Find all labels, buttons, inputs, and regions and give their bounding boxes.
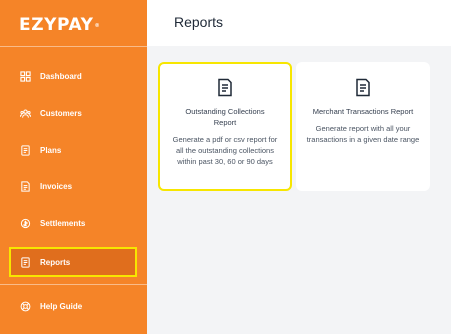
dashboard-icon bbox=[19, 70, 32, 83]
plans-icon bbox=[19, 144, 32, 157]
sidebar-item-dashboard[interactable]: Dashboard bbox=[9, 61, 137, 91]
card-title: Outstanding Collections Report bbox=[185, 107, 265, 127]
sidebar-item-help-guide[interactable]: Help Guide bbox=[9, 291, 137, 321]
sidebar-item-label: Plans bbox=[40, 145, 62, 155]
sidebar-item-plans[interactable]: Plans bbox=[9, 135, 137, 165]
sidebar-item-settlements[interactable]: Settlements bbox=[9, 208, 137, 238]
report-document-icon bbox=[353, 77, 373, 97]
card-description: Generate a pdf or csv report for all the… bbox=[172, 135, 278, 166]
outstanding-collections-report-card[interactable]: Outstanding Collections Report Generate … bbox=[158, 62, 292, 191]
sidebar-divider-top bbox=[0, 46, 147, 47]
sidebar-item-label: Help Guide bbox=[40, 301, 83, 311]
card-title: Merchant Transactions Report bbox=[312, 107, 414, 116]
sidebar-item-invoices[interactable]: Invoices bbox=[9, 171, 137, 201]
sidebar-item-label: Settlements bbox=[40, 218, 86, 228]
merchant-transactions-report-card[interactable]: Merchant Transactions Report Generate re… bbox=[296, 62, 430, 191]
sidebar: EZYPAY® Dashboard Customers Plans Invoic… bbox=[0, 0, 147, 334]
report-document-icon bbox=[215, 77, 235, 97]
page-header: Reports bbox=[147, 0, 451, 46]
page-title: Reports bbox=[174, 14, 224, 30]
invoices-icon bbox=[19, 180, 32, 193]
trademark-symbol: ® bbox=[94, 23, 101, 29]
sidebar-divider-bottom bbox=[0, 284, 147, 285]
reports-icon bbox=[19, 256, 32, 269]
customers-icon bbox=[19, 107, 32, 120]
help-icon bbox=[19, 300, 32, 313]
brand-logo[interactable]: EZYPAY® bbox=[19, 15, 100, 35]
settlements-icon bbox=[19, 217, 32, 230]
sidebar-item-customers[interactable]: Customers bbox=[9, 98, 137, 128]
sidebar-item-reports[interactable]: Reports bbox=[9, 247, 137, 277]
sidebar-item-label: Invoices bbox=[40, 181, 73, 191]
sidebar-item-label: Dashboard bbox=[40, 71, 82, 81]
brand-name: EZYPAY bbox=[19, 15, 94, 35]
sidebar-item-label: Customers bbox=[40, 108, 82, 118]
sidebar-item-label: Reports bbox=[40, 257, 71, 267]
card-description: Generate report with all your transactio… bbox=[306, 124, 420, 144]
